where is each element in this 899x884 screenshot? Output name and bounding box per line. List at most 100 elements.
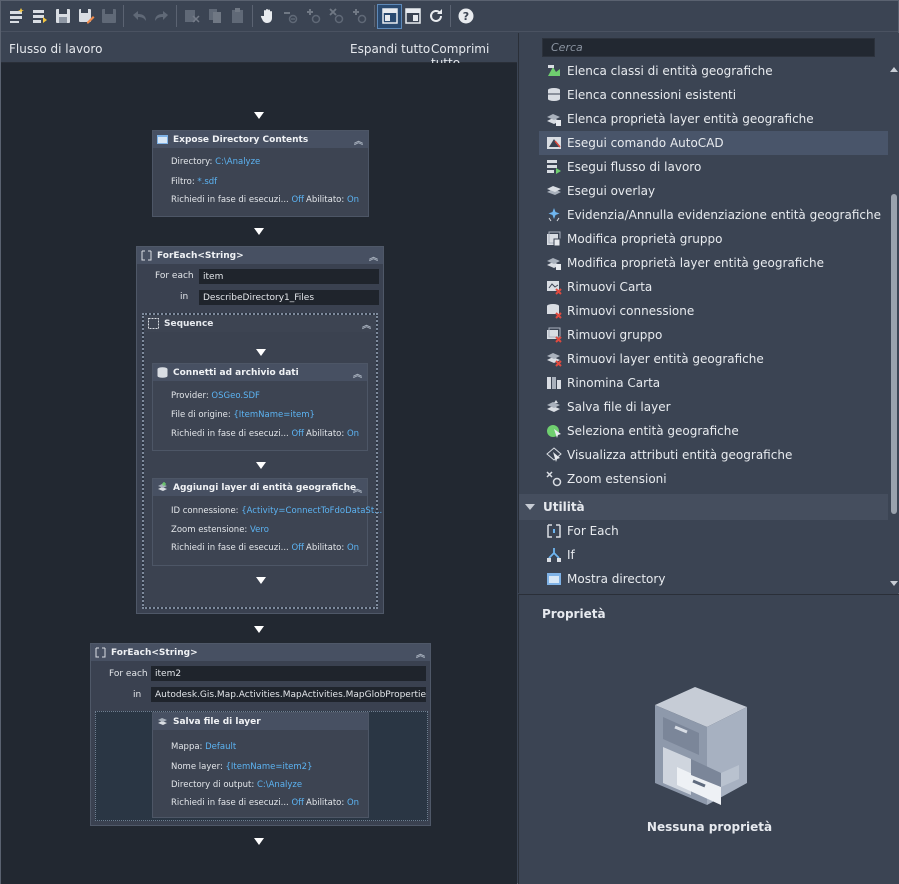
ask-at-runtime-value[interactable]: Off bbox=[291, 195, 304, 205]
layout-vertical-icon[interactable] bbox=[377, 3, 402, 29]
in-collection-input[interactable]: Autodesk.Gis.Map.Activities.MapActivitie… bbox=[150, 686, 427, 703]
ask-at-runtime-label: Richiedi in fase di esecuzi... bbox=[171, 429, 289, 439]
add-feature-layer-activity[interactable]: Aggiungi layer di entità geografiche ︽ ID… bbox=[152, 478, 382, 566]
connect-datastore-activity[interactable]: Connetti ad archivio dati ︽ Provider: OSG… bbox=[152, 363, 368, 451]
zoom-extent-value[interactable]: Vero bbox=[250, 525, 269, 535]
copy-icon bbox=[203, 5, 226, 28]
category-utility[interactable]: Utilità bbox=[519, 494, 888, 520]
ask-at-runtime-value[interactable]: Off bbox=[291, 798, 304, 808]
paste-icon bbox=[226, 5, 249, 28]
redo-icon bbox=[150, 5, 173, 28]
save-as-icon[interactable] bbox=[74, 5, 97, 28]
toolbox-item-label: Modifica proprietà layer entità geografi… bbox=[567, 256, 824, 270]
toolbox-item-label: Rimuovi gruppo bbox=[567, 328, 663, 342]
toolbox-item[interactable]: Visualizza attributi entità geografiche bbox=[539, 443, 888, 467]
toolbox-item[interactable]: Seleziona entità geografiche bbox=[539, 419, 888, 443]
flow-arrow bbox=[256, 462, 266, 469]
toolbar-separator bbox=[123, 5, 124, 27]
toolbar: ? bbox=[1, 1, 898, 32]
collapse-chevron-icon[interactable]: ︽ bbox=[369, 250, 378, 263]
zoom-reset-icon bbox=[325, 5, 348, 28]
search-input[interactable]: Cerca bbox=[542, 38, 875, 57]
layer-name-value[interactable]: {ItemName=item2} bbox=[226, 762, 313, 772]
show-attributes-icon bbox=[546, 447, 562, 462]
activity-title: Aggiungi layer di entità geografiche bbox=[173, 482, 357, 493]
enabled-value[interactable]: On bbox=[347, 429, 359, 439]
ask-at-runtime-value[interactable]: Off bbox=[291, 429, 304, 439]
collapse-chevron-icon[interactable]: ︽ bbox=[353, 367, 362, 380]
filter-value[interactable]: *.sdf bbox=[197, 177, 217, 187]
toolbox-item[interactable]: Esegui flusso di lavoro bbox=[539, 155, 888, 179]
collapse-chevron-icon[interactable]: ︽ bbox=[354, 134, 363, 147]
collapse-chevron-icon[interactable]: ︽ bbox=[362, 318, 371, 331]
toolbox-item[interactable]: Elenca classi di entità geografiche bbox=[539, 59, 888, 83]
open-workflow-icon[interactable] bbox=[28, 5, 51, 28]
save-layer-file-activity[interactable]: Salva file di layer Mappa: Default Nome … bbox=[152, 712, 369, 818]
provider-value[interactable]: OSGeo.SDF bbox=[211, 391, 260, 401]
remove-group-icon bbox=[547, 327, 562, 343]
expose-directory-activity[interactable]: Expose Directory Contents ︽ Directory: C:… bbox=[152, 130, 369, 217]
toolbox-item[interactable]: Esegui overlay bbox=[539, 179, 888, 203]
toolbox-item[interactable]: If bbox=[539, 543, 888, 567]
toolbox-item[interactable]: Esegui comando AutoCAD bbox=[539, 131, 888, 155]
pan-hand-icon[interactable] bbox=[256, 5, 279, 28]
svg-text:?: ? bbox=[462, 10, 468, 23]
ask-at-runtime-label: Richiedi in fase di esecuzi... bbox=[171, 798, 289, 808]
enabled-value[interactable]: On bbox=[347, 543, 359, 553]
toolbox-item[interactable]: Rimuovi Carta bbox=[539, 275, 888, 299]
toolbox-scrollbar[interactable] bbox=[889, 59, 899, 593]
toolbox-item[interactable]: Mostra directory bbox=[539, 567, 888, 591]
toolbox-item[interactable]: Modifica proprietà gruppo bbox=[539, 227, 888, 251]
in-collection-input[interactable]: DescribeDirectory1_Files bbox=[198, 289, 380, 306]
foreach-activity-1[interactable]: ForEach<String> ︽ For each item in Descri… bbox=[136, 246, 384, 614]
collapse-chevron-icon[interactable]: ︽ bbox=[353, 482, 362, 495]
toolbox-item[interactable]: For Each bbox=[539, 519, 888, 543]
activity-title: Connetti ad archivio dati bbox=[173, 367, 299, 378]
chevron-down-icon[interactable] bbox=[525, 504, 535, 510]
directory-value[interactable]: C:\Analyze bbox=[215, 157, 260, 167]
save-all-icon bbox=[97, 5, 120, 28]
toolbox-item-label: Esegui overlay bbox=[567, 184, 656, 198]
zoom-out-icon bbox=[279, 5, 302, 28]
ask-at-runtime-value[interactable]: Off bbox=[291, 543, 304, 553]
toolbox-item[interactable]: Modifica proprietà layer entità geografi… bbox=[539, 251, 888, 275]
toolbox-item[interactable]: Evidenzia/Annulla evidenziazione entità … bbox=[539, 203, 888, 227]
activity-title: Salva file di layer bbox=[173, 716, 261, 727]
remove-layer-icon bbox=[547, 353, 562, 367]
workflow-canvas[interactable]: Expose Directory Contents ︽ Directory: C:… bbox=[1, 63, 517, 884]
map-value[interactable]: Default bbox=[205, 742, 236, 752]
foreach-body[interactable]: Salva file di layer Mappa: Default Nome … bbox=[95, 711, 428, 821]
toolbox-item[interactable]: Zoom estensioni bbox=[539, 467, 888, 491]
foreach-activity-2[interactable]: ForEach<String> ︽ For each item2 in Autod… bbox=[90, 643, 431, 826]
connection-id-value[interactable]: {Activity=ConnectToFdoDataSt... bbox=[241, 506, 382, 516]
toolbox-item[interactable]: Rimuovi gruppo bbox=[539, 323, 888, 347]
sequence-activity[interactable]: Sequence ︽ Connetti ad archivio dati ︽ Pr… bbox=[142, 313, 382, 609]
enabled-value[interactable]: On bbox=[347, 798, 359, 808]
help-icon[interactable]: ? bbox=[454, 5, 477, 28]
source-file-value[interactable]: {ItemName=item} bbox=[233, 410, 315, 420]
save-layer-icon bbox=[158, 718, 167, 725]
enabled-value[interactable]: On bbox=[347, 195, 359, 205]
ask-at-runtime-label: Richiedi in fase di esecuzi... bbox=[171, 543, 289, 553]
expand-all-link[interactable]: Espandi tutto bbox=[350, 42, 430, 56]
output-directory-value[interactable]: C:\Analyze bbox=[257, 780, 302, 790]
layout-horizontal-icon[interactable] bbox=[401, 5, 424, 28]
refresh-icon[interactable] bbox=[424, 5, 447, 28]
for-each-variable-input[interactable]: item bbox=[198, 268, 380, 285]
connection-id-label: ID connessione: bbox=[171, 506, 239, 516]
save-icon[interactable] bbox=[51, 5, 74, 28]
toolbox-item[interactable]: Rinomina Carta bbox=[539, 371, 888, 395]
collapse-chevron-icon[interactable]: ︽ bbox=[416, 647, 425, 660]
select-features-icon bbox=[547, 425, 561, 438]
toolbox-item[interactable]: Salva file di layer bbox=[539, 395, 888, 419]
toolbox-item[interactable]: Rimuovi layer entità geografiche bbox=[539, 347, 888, 371]
remove-map-icon bbox=[547, 281, 562, 295]
toolbox-item[interactable]: Elenca connessioni esistenti bbox=[539, 83, 888, 107]
zoom-in-icon bbox=[302, 5, 325, 28]
for-each-variable-input[interactable]: item2 bbox=[150, 665, 427, 682]
new-workflow-icon[interactable] bbox=[5, 5, 28, 28]
toolbox-item-label: Modifica proprietà gruppo bbox=[567, 232, 723, 246]
toolbox-item[interactable]: Elenca proprietà layer entità geografich… bbox=[539, 107, 888, 131]
toolbox-item[interactable]: Rimuovi connessione bbox=[539, 299, 888, 323]
activity-title: ForEach<String> bbox=[111, 647, 198, 658]
